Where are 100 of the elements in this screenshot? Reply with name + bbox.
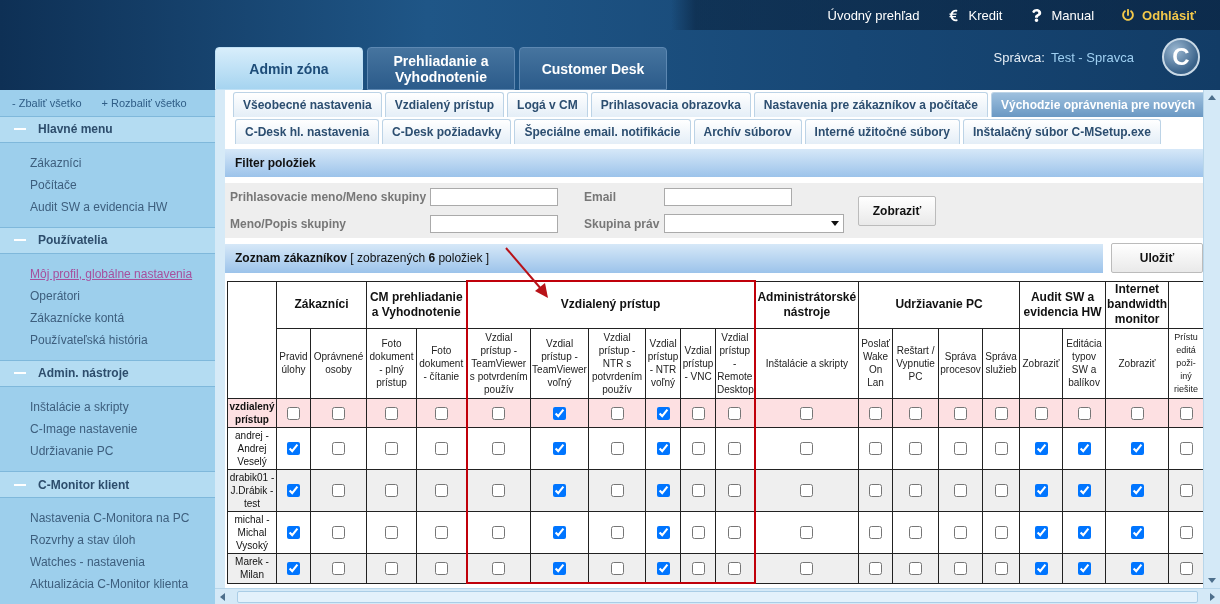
checkbox[interactable] [1130, 442, 1144, 456]
checkbox[interactable] [1179, 526, 1193, 540]
checkbox[interactable] [1034, 526, 1048, 540]
checkbox[interactable] [553, 406, 566, 420]
checkbox[interactable] [434, 442, 448, 456]
scroll-left-icon[interactable] [219, 592, 227, 601]
checkbox[interactable] [954, 526, 968, 540]
sidebar-item[interactable]: Môj profil, globálne nastavenia [30, 262, 193, 285]
checkbox[interactable] [385, 526, 398, 540]
checkbox[interactable] [385, 484, 398, 498]
checkbox[interactable] [434, 562, 448, 576]
main-tab[interactable]: Admin zóna [215, 47, 363, 90]
sidebar-item[interactable]: Aktualizácia C-Monitor klienta [30, 573, 189, 596]
checkbox[interactable] [553, 484, 566, 498]
checkbox[interactable] [287, 484, 300, 498]
checkbox[interactable] [610, 526, 624, 540]
checkbox[interactable] [1077, 406, 1091, 420]
checkbox[interactable] [691, 562, 705, 575]
checkbox[interactable] [492, 562, 506, 575]
sidebar-section-header[interactable]: Admin. nástroje [0, 359, 215, 387]
sidebar-item[interactable]: C-Image nastavenie [30, 418, 138, 440]
checkbox[interactable] [691, 442, 705, 456]
nav-link[interactable]: Úvodný prehľad [827, 7, 920, 23]
sidebar-item[interactable]: Watches - nastavenia [30, 551, 145, 574]
checkbox[interactable] [1179, 442, 1193, 456]
checkbox[interactable] [287, 526, 300, 540]
checkbox[interactable] [434, 406, 448, 420]
vertical-scrollbar[interactable] [1203, 90, 1220, 588]
checkbox[interactable] [1034, 562, 1048, 576]
checkbox[interactable] [994, 526, 1008, 540]
checkbox[interactable] [492, 526, 506, 540]
input-field[interactable] [664, 188, 792, 206]
sub-tab[interactable]: Všeobecné nastavenia [233, 92, 382, 117]
checkbox[interactable] [385, 562, 398, 576]
checkbox[interactable] [434, 526, 448, 540]
checkbox[interactable] [994, 484, 1008, 498]
horizontal-scrollbar[interactable] [215, 588, 1220, 604]
checkbox[interactable] [1034, 484, 1048, 498]
checkbox[interactable] [1077, 562, 1091, 576]
checkbox[interactable] [1077, 526, 1091, 540]
checkbox[interactable] [610, 442, 624, 456]
sub-tab[interactable]: C-Desk požiadavky [382, 119, 512, 144]
sidebar-item[interactable]: Rozvrhy a stav úloh [30, 529, 136, 552]
checkbox[interactable] [869, 406, 883, 420]
sidebar-item[interactable]: Inštalácie a skripty [30, 396, 129, 418]
checkbox[interactable] [1179, 484, 1193, 498]
sidebar-item[interactable]: Nastavenia C-Monitora na PC [30, 507, 190, 530]
checkbox[interactable] [1077, 484, 1091, 498]
checkbox[interactable] [656, 484, 670, 498]
checkbox[interactable] [728, 562, 742, 575]
checkbox[interactable] [954, 442, 968, 456]
sidebar-item[interactable]: Zákaznícke kontá [30, 306, 125, 329]
sub-tab[interactable]: Inštalačný súbor C-MSetup.exe [962, 119, 1161, 144]
checkbox[interactable] [385, 442, 398, 456]
sidebar-item[interactable]: Udržiavanie PC [30, 440, 114, 462]
checkbox[interactable] [954, 406, 968, 420]
input-field[interactable] [430, 188, 558, 206]
checkbox[interactable] [610, 406, 624, 420]
sidebar-section-header[interactable]: Používatelia [0, 226, 215, 254]
checkbox[interactable] [954, 484, 968, 498]
main-tab[interactable]: Prehliadanie a Vyhodnotenie [367, 47, 515, 90]
checkbox[interactable] [994, 442, 1008, 456]
checkbox[interactable] [691, 484, 705, 498]
checkbox[interactable] [1077, 442, 1091, 456]
scroll-up-icon[interactable] [1208, 94, 1216, 102]
sidebar-item[interactable]: Počítače [30, 173, 77, 196]
checkbox[interactable] [332, 442, 345, 456]
checkbox[interactable] [1130, 562, 1144, 576]
checkbox[interactable] [691, 406, 705, 420]
checkbox[interactable] [869, 526, 883, 540]
checkbox[interactable] [1130, 526, 1144, 540]
checkbox[interactable] [1034, 442, 1048, 456]
main-tab[interactable]: Customer Desk [519, 47, 667, 90]
checkbox[interactable] [909, 484, 923, 498]
sub-tab[interactable]: Logá v CM [507, 92, 588, 117]
checkbox[interactable] [909, 562, 923, 576]
checkbox[interactable] [1130, 484, 1144, 498]
checkbox[interactable] [332, 406, 345, 420]
sidebar-section-header[interactable]: C-Monitor klient [0, 471, 215, 499]
checkbox[interactable] [492, 406, 506, 420]
scroll-down-icon[interactable] [1208, 576, 1216, 584]
sub-tab[interactable]: Špeciálne email. notifikácie [514, 119, 691, 144]
checkbox[interactable] [385, 406, 398, 420]
toggle-link[interactable]: + Rozbaliť všetko [101, 96, 187, 109]
checkbox[interactable] [1130, 406, 1144, 420]
checkbox[interactable] [800, 562, 814, 576]
checkbox[interactable] [492, 442, 506, 456]
checkbox[interactable] [332, 526, 345, 540]
sub-tab[interactable]: Archív súborov [693, 119, 802, 144]
checkbox[interactable] [1179, 406, 1193, 420]
show-button[interactable]: Zobraziť [858, 195, 936, 226]
checkbox[interactable] [800, 526, 814, 540]
sub-tab[interactable]: Nastavenia pre zákazníkov a počítače [753, 92, 988, 117]
checkbox[interactable] [332, 484, 345, 498]
checkbox[interactable] [492, 484, 506, 498]
sidebar-item[interactable]: Operátori [30, 284, 81, 307]
sidebar-item[interactable]: Audit SW a evidencia HW [30, 195, 168, 218]
sub-tab[interactable]: Interné užitočné súbory [804, 119, 960, 144]
checkbox[interactable] [800, 406, 814, 420]
checkbox[interactable] [800, 484, 814, 498]
